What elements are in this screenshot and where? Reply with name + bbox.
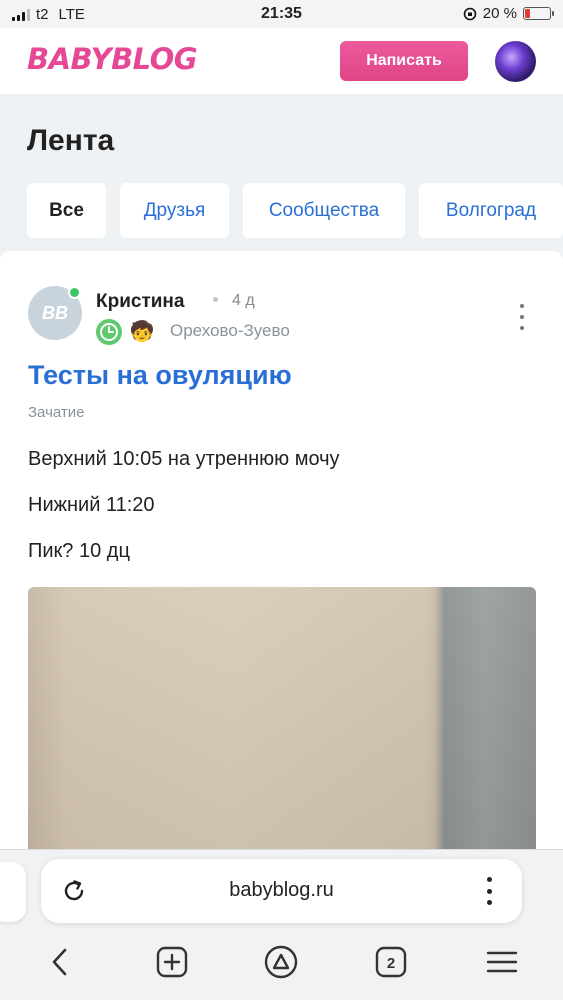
tab-communities[interactable]: Сообщества	[243, 183, 405, 238]
feed-tabs: Все Друзья Сообщества Волгоград	[27, 183, 563, 238]
page-title: Лента	[27, 124, 115, 157]
post-text-line: Верхний 10:05 на утреннюю мочу	[28, 448, 340, 470]
author-city: Орехово-Зуево	[170, 321, 290, 340]
post-photo[interactable]	[28, 587, 536, 849]
user-avatar[interactable]	[495, 41, 536, 82]
plus-square-icon[interactable]	[150, 940, 194, 984]
battery-icon	[523, 7, 554, 20]
status-bar: t2 LTE 21:35 20 %	[0, 0, 563, 28]
browser-nav-bar: 2	[0, 940, 563, 986]
tab-count: 2	[387, 955, 395, 972]
orientation-lock-icon	[463, 7, 477, 20]
tab-volgograd[interactable]: Волгоград	[419, 183, 563, 238]
back-icon[interactable]	[39, 940, 83, 984]
clock-icon	[96, 319, 122, 345]
tab-friends[interactable]: Друзья	[120, 183, 229, 238]
battery-level	[525, 9, 530, 18]
post-text-line: Пик? 10 дц	[28, 540, 130, 562]
post-title[interactable]: Тесты на овуляцию	[28, 360, 292, 391]
tab-all[interactable]: Все	[27, 183, 106, 238]
more-options-icon[interactable]	[508, 302, 536, 332]
author-name[interactable]: Кристина	[96, 291, 184, 313]
post-text-line: Нижний 11:20	[28, 494, 155, 516]
url-text[interactable]: babyblog.ru	[0, 879, 563, 902]
child-icon: 🧒	[129, 321, 155, 343]
online-indicator	[68, 286, 81, 299]
hamburger-icon[interactable]	[480, 940, 524, 984]
tabs-icon[interactable]: 2	[369, 940, 413, 984]
browser-menu-dots-icon[interactable]	[486, 877, 492, 905]
site-header: BABYBLOG Написать	[0, 28, 563, 94]
post-category[interactable]: Зачатие	[28, 404, 85, 421]
write-post-button[interactable]: Написать	[340, 41, 468, 81]
post-time: 4 д	[232, 292, 255, 309]
alice-icon[interactable]	[259, 940, 303, 984]
separator-dot	[213, 297, 218, 302]
battery-percent: 20 %	[482, 5, 517, 22]
babyblog-logo[interactable]: BABYBLOG	[27, 42, 198, 76]
